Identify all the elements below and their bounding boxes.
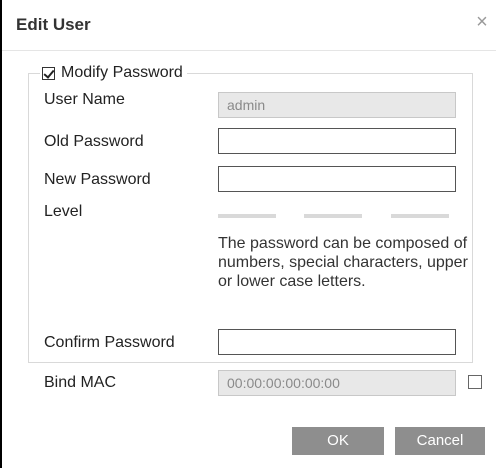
old-password-label: Old Password (44, 133, 144, 150)
level-bar-strong (391, 214, 449, 218)
ok-button[interactable]: OK (292, 427, 384, 455)
user-name-field: admin (218, 92, 456, 118)
confirm-password-label: Confirm Password (44, 334, 175, 351)
edit-user-dialog: Edit User × Modify Password User Name ad… (0, 0, 496, 468)
close-icon[interactable]: × (472, 10, 492, 34)
new-password-field[interactable] (218, 166, 456, 192)
user-name-label: User Name (44, 91, 125, 108)
old-password-field[interactable] (218, 128, 456, 154)
modify-password-checkbox[interactable] (42, 66, 55, 80)
cancel-button[interactable]: Cancel (395, 427, 485, 455)
dialog-title: Edit User (16, 15, 91, 34)
new-password-label: New Password (44, 171, 151, 188)
confirm-password-field[interactable] (218, 329, 456, 355)
modify-password-label: Modify Password (61, 64, 183, 81)
bind-mac-label: Bind MAC (44, 374, 117, 391)
level-label: Level (44, 203, 83, 220)
dialog-header: Edit User × (2, 0, 496, 51)
bind-mac-checkbox[interactable] (468, 375, 482, 389)
level-bar-weak (218, 214, 276, 218)
level-bar-medium (304, 214, 362, 218)
modify-password-toggle[interactable]: Modify Password (40, 62, 187, 84)
password-hint: The password can be composed of numbers,… (218, 235, 468, 290)
bind-mac-field: 00:00:00:00:00:00 (218, 370, 456, 396)
